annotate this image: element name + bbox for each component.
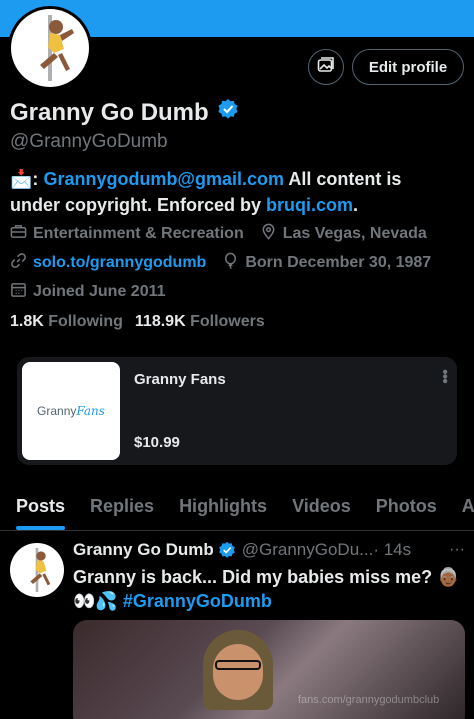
following-link[interactable]: 1.8K Following xyxy=(10,313,123,331)
location-item: Las Vegas, Nevada xyxy=(260,223,427,245)
subscription-card[interactable]: Granny Fans Granny Fans $10.99 ••• xyxy=(17,357,457,465)
subscription-price: $10.99 xyxy=(134,434,180,451)
tab-articles[interactable]: Ar xyxy=(462,484,474,530)
bio-email-link[interactable]: Grannygodumb@gmail.com xyxy=(43,169,284,189)
edit-profile-button[interactable]: Edit profile xyxy=(352,49,464,85)
profile-tabs: Posts Replies Highlights Videos Photos A… xyxy=(0,484,474,530)
tab-replies[interactable]: Replies xyxy=(90,484,154,530)
post-media[interactable]: fans.com/grannygodumbclub xyxy=(73,620,465,719)
verified-badge-icon xyxy=(217,98,239,127)
verified-badge-icon xyxy=(218,541,236,559)
post-author-name[interactable]: Granny Go Dumb xyxy=(73,540,214,560)
affiliates-button[interactable] xyxy=(308,49,344,85)
media-glasses xyxy=(215,660,261,670)
post-hashtag-link[interactable]: #GrannyGoDumb xyxy=(123,591,272,611)
subscription-logo: Granny Fans xyxy=(22,362,120,460)
post-header: Granny Go Dumb @GrannyGoDu... · 14s ··· xyxy=(73,540,465,560)
post-author-handle[interactable]: @GrannyGoDu... xyxy=(242,540,374,560)
image-gallery-icon xyxy=(317,56,335,79)
profile-handle: @GrannyGoDumb xyxy=(10,131,168,152)
bio-colon: : xyxy=(32,169,39,189)
envelope-icon: 📩 xyxy=(10,169,33,189)
profile-category: Entertainment & Recreation xyxy=(33,225,244,242)
profile-bio: 📩: Grannygodumb@gmail.com All content is… xyxy=(10,166,450,218)
post-avatar[interactable] xyxy=(10,543,64,597)
profile-birthday: Born December 30, 1987 xyxy=(245,254,432,271)
following-label: Following xyxy=(48,313,123,330)
following-count: 1.8K xyxy=(10,313,44,330)
balloon-icon xyxy=(222,252,239,274)
profile-name: Granny Go Dumb xyxy=(10,98,209,126)
media-face xyxy=(213,644,263,700)
followers-link[interactable]: 118.9K Followers xyxy=(135,313,265,331)
logo-text-fans: Fans xyxy=(76,404,105,418)
category-item: Entertainment & Recreation xyxy=(10,223,244,245)
profile-meta-row-3: Joined June 2011 xyxy=(10,281,182,303)
tab-posts[interactable]: Posts xyxy=(16,484,66,530)
post-text-line1: Granny is back... Did my babies miss me?… xyxy=(73,567,460,587)
follow-stats: 1.8K Following 118.9K Followers xyxy=(10,313,265,331)
bio-text-end: . xyxy=(353,195,359,215)
subscription-title: Granny Fans xyxy=(134,371,226,388)
joined-item: Joined June 2011 xyxy=(10,281,166,303)
website-item[interactable]: solo.to/grannygodumb xyxy=(10,252,206,274)
profile-meta-row-2: solo.to/grannygodumb Born December 30, 1… xyxy=(10,252,447,274)
calendar-icon xyxy=(10,281,27,303)
media-watermark: fans.com/grannygodumbclub xyxy=(298,694,440,706)
profile-avatar[interactable] xyxy=(8,6,92,90)
logo-text-granny: Granny xyxy=(37,404,77,418)
post-text: Granny is back... Did my babies miss me?… xyxy=(73,565,468,613)
birthday-item: Born December 30, 1987 xyxy=(222,252,431,274)
more-options-icon[interactable]: ••• xyxy=(435,369,453,383)
post-more-icon[interactable]: ··· xyxy=(449,541,465,559)
briefcase-icon xyxy=(10,223,27,245)
link-icon xyxy=(10,252,27,274)
post-timestamp[interactable]: · 14s xyxy=(373,540,411,560)
avatar-image xyxy=(11,9,89,87)
post-text-line2: 👀💦 #GrannyGoDumb xyxy=(73,589,468,613)
profile-website-link[interactable]: solo.to/grannygodumb xyxy=(33,254,206,272)
location-pin-icon xyxy=(260,223,277,245)
tab-videos[interactable]: Videos xyxy=(292,484,351,530)
tab-photos[interactable]: Photos xyxy=(376,484,437,530)
profile-location: Las Vegas, Nevada xyxy=(282,225,427,242)
followers-label: Followers xyxy=(190,313,265,330)
profile-name-row: Granny Go Dumb xyxy=(10,98,239,127)
tabs-divider xyxy=(0,530,474,531)
profile-joined: Joined June 2011 xyxy=(33,283,166,300)
eyes-droplets-emoji: 👀💦 xyxy=(73,591,118,611)
bio-bruqi-link[interactable]: bruqi.com xyxy=(266,195,353,215)
tab-highlights[interactable]: Highlights xyxy=(179,484,267,530)
followers-count: 118.9K xyxy=(134,313,186,330)
profile-meta-row-1: Entertainment & Recreation Las Vegas, Ne… xyxy=(10,223,443,245)
